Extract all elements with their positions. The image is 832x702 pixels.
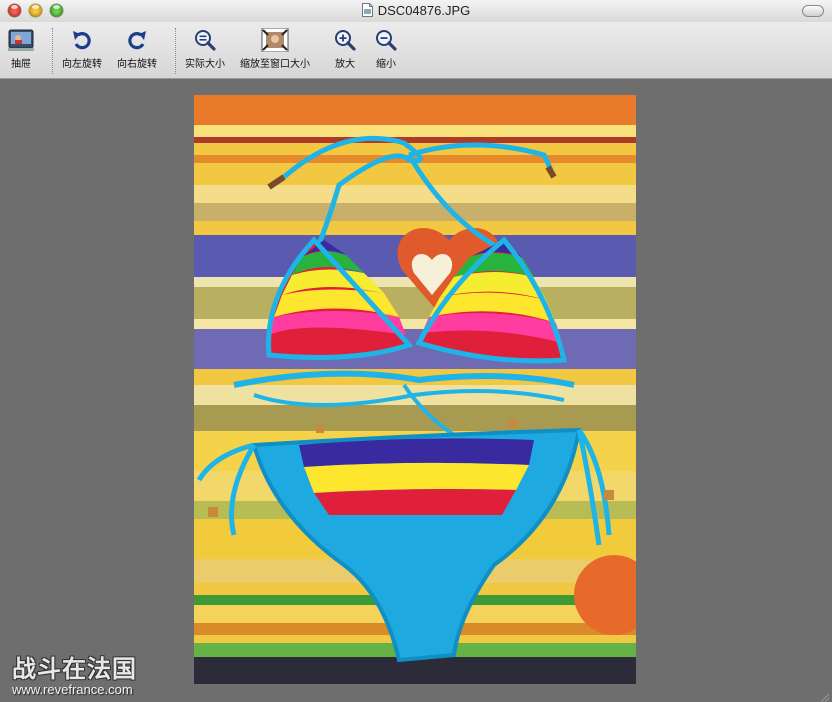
photo-graphic [194,95,636,684]
drawer-button[interactable]: 抽屉 [7,28,35,70]
rotate-left-label: 向左旋转 [62,59,102,70]
resize-grip[interactable] [818,688,830,702]
zoom-to-fit-label: 缩放至窗口大小 [240,59,310,70]
drawer-label: 抽屉 [11,59,31,70]
image-canvas[interactable]: 战斗在法国 www.revefrance.com [0,79,832,702]
zoom-out-label: 缩小 [376,59,396,70]
drawer-icon [8,29,34,51]
rotate-right-label: 向右旋转 [117,59,157,70]
zoom-to-fit-icon [261,28,289,52]
photo-image [194,95,636,684]
watermark: 战斗在法国 www.revefrance.com [12,649,137,697]
window-title: DSC04876.JPG [0,3,832,18]
toolbar-toggle-button[interactable] [802,5,824,17]
title-bar[interactable]: DSC04876.JPG [0,0,832,23]
zoom-to-fit-button[interactable]: 缩放至窗口大小 [240,28,310,70]
preview-window: DSC04876.JPG 抽屉 向左旋转 向右旋转 实际大小 缩放至窗口大小 放… [0,0,832,702]
zoom-out-button[interactable]: 缩小 [372,28,400,70]
actual-size-icon [195,30,216,51]
watermark-url: www.revefrance.com [12,682,133,697]
zoom-out-icon [376,30,397,51]
rotate-right-icon [128,31,146,50]
window-title-text: DSC04876.JPG [377,3,471,18]
toolbar-separator [175,28,176,74]
actual-size-label: 实际大小 [185,59,225,70]
toolbar: 抽屉 向左旋转 向右旋转 实际大小 缩放至窗口大小 放大 缩小 [0,22,832,79]
rotate-left-icon [73,31,91,50]
watermark-logo: 战斗在法国 [12,655,137,683]
zoom-in-icon [335,30,356,51]
zoom-in-label: 放大 [335,59,355,70]
toolbar-separator [52,28,53,74]
rotate-left-button[interactable]: 向左旋转 [62,28,102,70]
document-icon [361,3,373,17]
zoom-in-button[interactable]: 放大 [331,28,359,70]
actual-size-button[interactable]: 实际大小 [185,28,225,70]
rotate-right-button[interactable]: 向右旋转 [117,28,157,70]
